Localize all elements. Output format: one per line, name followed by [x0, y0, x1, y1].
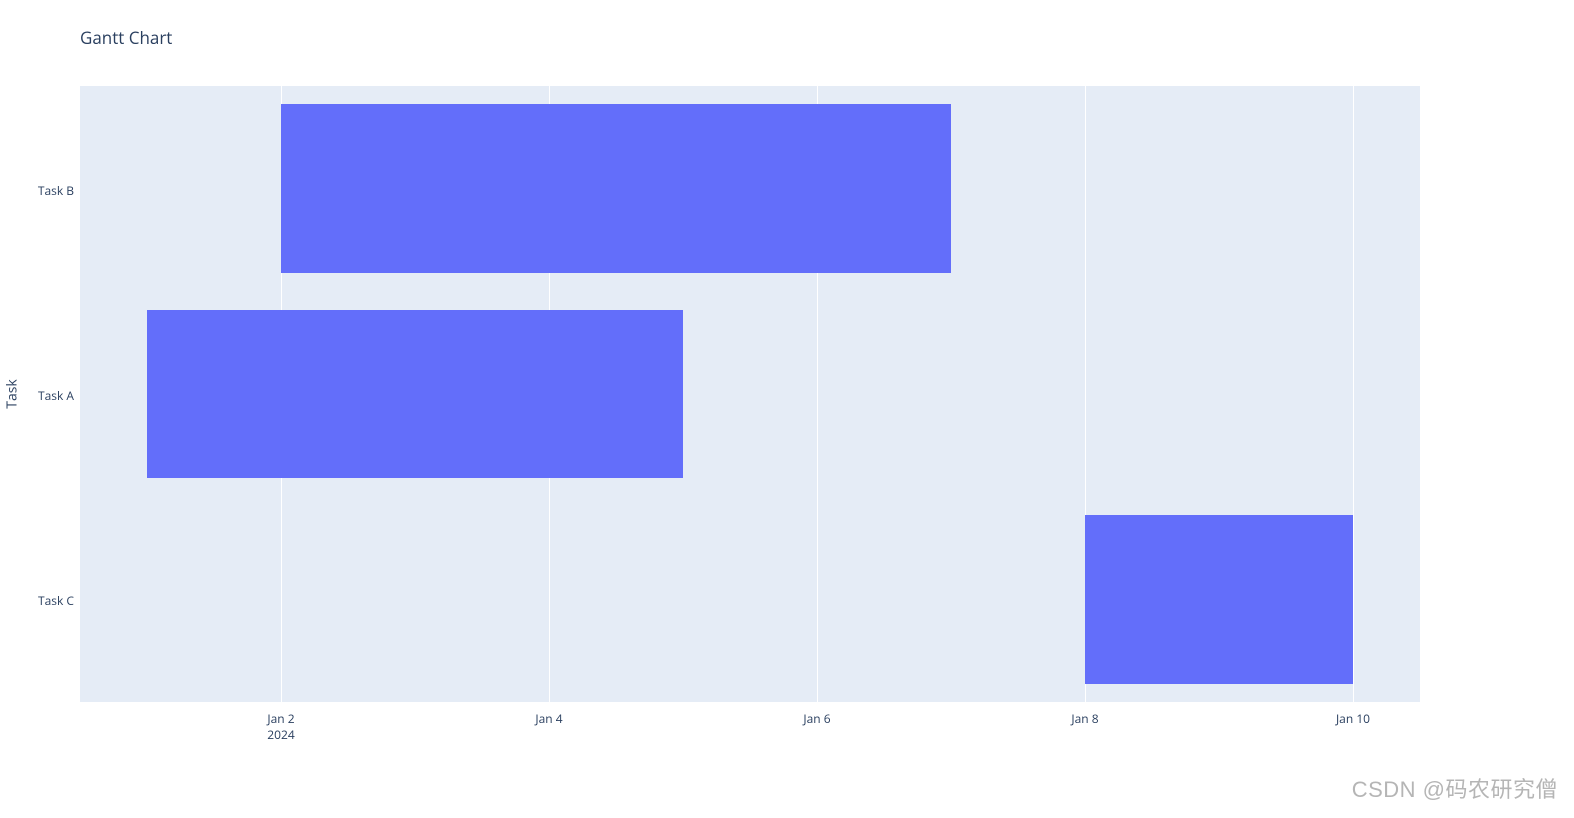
gridline	[1353, 86, 1354, 702]
gantt-bar-task-c[interactable]	[1085, 515, 1353, 683]
x-tick-label: Jan 6	[803, 710, 830, 727]
plot-area[interactable]	[80, 86, 1420, 702]
x-tick-label: Jan 2	[267, 710, 294, 727]
y-tick-label: Task C	[14, 592, 74, 609]
x-tick-label: Jan 4	[535, 710, 562, 727]
x-axis-year: 2024	[267, 726, 294, 743]
x-tick-label: Jan 10	[1336, 710, 1370, 727]
gantt-bar-task-b[interactable]	[281, 104, 951, 272]
chart-title: Gantt Chart	[80, 26, 172, 49]
gantt-chart-container: Gantt Chart Task CSDN @码农研究僧 Task BTask …	[0, 0, 1574, 818]
y-tick-label: Task A	[14, 387, 74, 404]
x-tick-label: Jan 8	[1071, 710, 1098, 727]
gantt-bar-task-a[interactable]	[147, 310, 683, 478]
watermark-text: CSDN @码农研究僧	[1352, 772, 1558, 804]
y-tick-label: Task B	[14, 182, 74, 199]
